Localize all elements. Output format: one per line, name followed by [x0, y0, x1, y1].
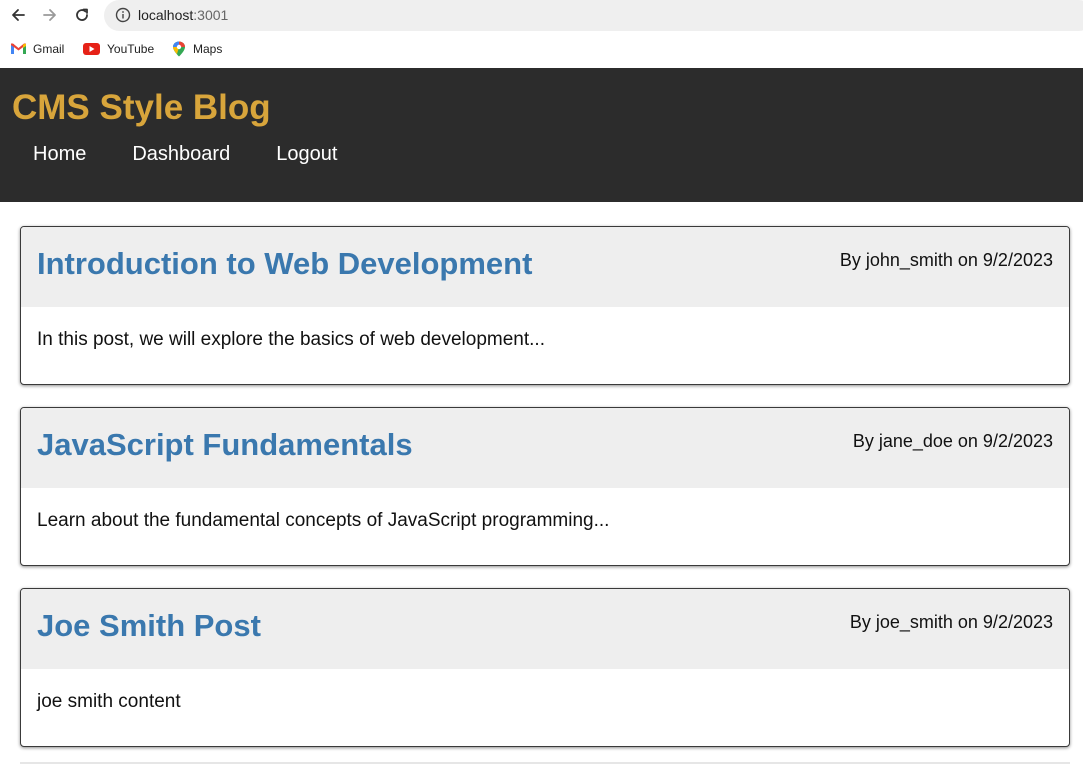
post-header: Joe Smith Post By joe_smith on 9/2/2023	[21, 589, 1069, 669]
forward-button[interactable]	[38, 4, 62, 26]
url-host: localhost	[138, 7, 194, 23]
site-title: CMS Style Blog	[12, 88, 271, 127]
url-port: :3001	[193, 7, 229, 23]
nav-link-dashboard[interactable]: Dashboard	[132, 142, 230, 166]
info-icon[interactable]	[115, 7, 131, 23]
nav-link-home[interactable]: Home	[33, 142, 86, 166]
post-meta: By joe_smith on 9/2/2023	[849, 612, 1053, 632]
back-button[interactable]	[6, 4, 30, 26]
bookmark-label: YouTube	[107, 42, 155, 56]
bookmark-maps[interactable]: Maps	[172, 41, 222, 57]
post-body: In this post, we will explore the basics…	[37, 329, 545, 350]
forward-arrow-icon	[43, 9, 56, 21]
youtube-icon	[83, 43, 100, 55]
post-title[interactable]: Joe Smith Post	[37, 608, 261, 644]
post-card[interactable]: JavaScript Fundamentals By jane_doe on 9…	[20, 407, 1070, 566]
site-nav: Home Dashboard Logout	[33, 142, 383, 166]
post-card[interactable]: Joe Smith Post By joe_smith on 9/2/2023 …	[20, 588, 1070, 747]
address-bar[interactable]: localhost:3001	[104, 0, 1083, 31]
post-meta: By john_smith on 9/2/2023	[839, 250, 1053, 270]
reload-icon	[76, 8, 88, 21]
post-header: JavaScript Fundamentals By jane_doe on 9…	[21, 408, 1069, 488]
bookmark-label: Maps	[193, 42, 223, 56]
back-arrow-icon	[12, 9, 25, 21]
reload-button[interactable]	[70, 4, 94, 26]
post-meta: By jane_doe on 9/2/2023	[852, 431, 1053, 451]
gmail-icon	[11, 43, 26, 54]
address-url: localhost:3001	[138, 7, 228, 23]
post-header: Introduction to Web Development By john_…	[21, 227, 1069, 307]
nav-link-logout[interactable]: Logout	[276, 142, 337, 166]
post-title[interactable]: JavaScript Fundamentals	[37, 427, 413, 463]
site-header: CMS Style Blog Home Dashboard Logout	[0, 68, 1083, 202]
post-body: Learn about the fundamental concepts of …	[37, 510, 610, 531]
post-title[interactable]: Introduction to Web Development	[37, 246, 532, 282]
bookmarks-bar: Gmail YouTube Maps	[0, 31, 1083, 68]
post-body: joe smith content	[37, 691, 181, 712]
maps-icon	[173, 41, 185, 57]
bookmark-gmail[interactable]: Gmail	[11, 41, 64, 57]
post-card[interactable]: Introduction to Web Development By john_…	[20, 226, 1070, 385]
browser-toolbar: localhost:3001	[0, 0, 1083, 31]
bookmark-label: Gmail	[33, 42, 65, 56]
bookmark-youtube[interactable]: YouTube	[83, 41, 154, 57]
